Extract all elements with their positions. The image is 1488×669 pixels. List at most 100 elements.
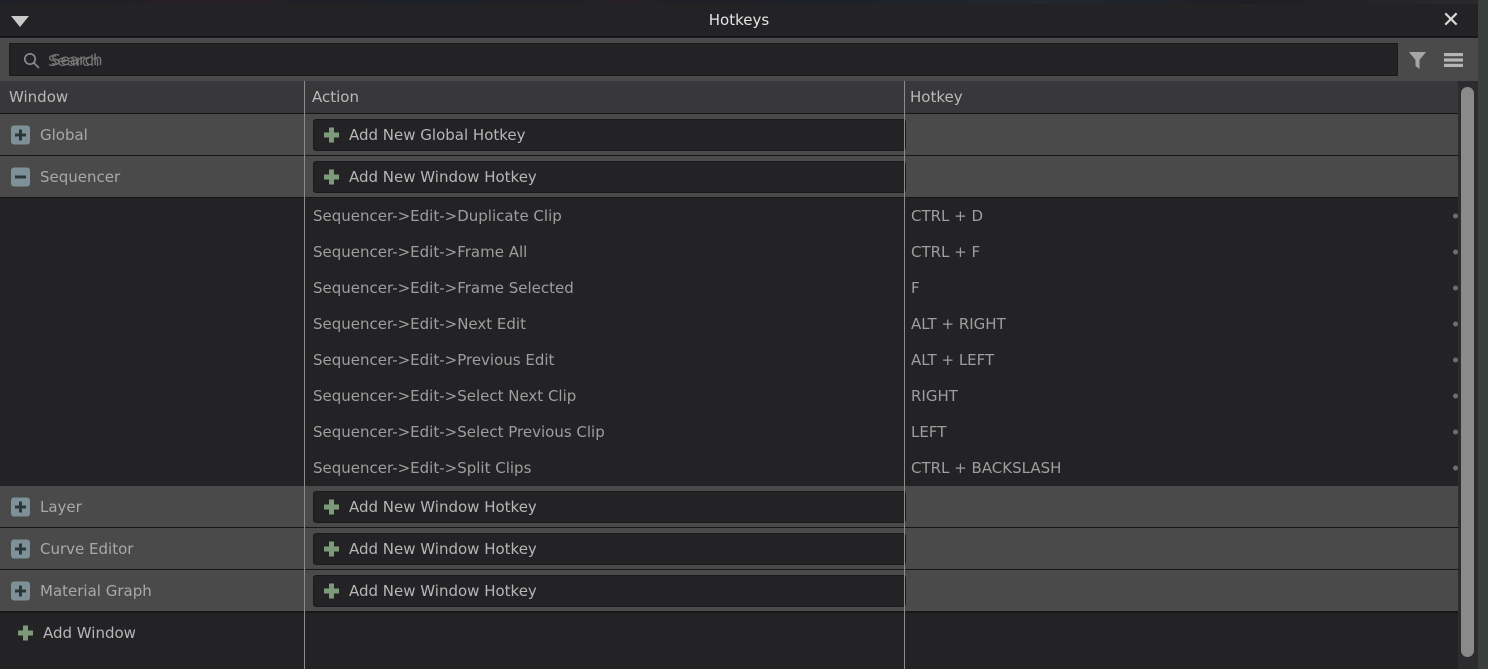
hotkey-cell[interactable]: RIGHT — [905, 378, 1478, 414]
table-row[interactable]: Sequencer->Edit->Select Next Clip RIGHT — [0, 378, 1478, 414]
minus-box-icon[interactable] — [11, 167, 30, 186]
action-cell[interactable]: Sequencer->Edit->Previous Edit — [305, 342, 904, 378]
add-hotkey-label: Add New Global Hotkey — [349, 120, 526, 150]
window-cell — [0, 234, 304, 270]
action-cell: Add New Global Hotkey — [305, 114, 904, 155]
plus-box-icon[interactable] — [11, 497, 30, 516]
action-cell: Add New Window Hotkey — [305, 486, 904, 527]
window-title: Hotkeys — [0, 4, 1478, 37]
window-cell: Sequencer — [0, 156, 304, 197]
window-name: Curve Editor — [40, 540, 133, 558]
column-header-window[interactable]: Window — [9, 81, 68, 114]
search-icon — [23, 52, 40, 69]
hotkey-label: ALT + RIGHT — [911, 315, 1006, 333]
column-divider-1[interactable] — [304, 81, 305, 669]
action-label: Sequencer->Edit->Select Previous Clip — [313, 423, 605, 441]
column-header-hotkey[interactable]: Hotkey — [910, 81, 963, 114]
plus-icon — [18, 625, 33, 640]
table-row[interactable]: Sequencer->Edit->Previous Edit ALT + LEFT — [0, 342, 1478, 378]
action-cell[interactable]: Sequencer->Edit->Duplicate Clip — [305, 198, 904, 234]
action-cell[interactable]: Sequencer->Edit->Frame Selected — [305, 270, 904, 306]
add-hotkey-button[interactable]: Add New Window Hotkey — [313, 161, 906, 193]
plus-box-icon[interactable] — [11, 581, 30, 600]
plus-box-icon[interactable] — [11, 125, 30, 144]
add-hotkey-button[interactable]: Add New Window Hotkey — [313, 491, 906, 523]
title-bar: Hotkeys ✕ — [0, 4, 1478, 37]
hotkey-cell[interactable]: LEFT — [905, 414, 1478, 450]
action-cell: Add New Window Hotkey — [305, 570, 904, 611]
add-window-label: Add Window — [43, 624, 136, 642]
action-cell: Add New Window Hotkey — [305, 156, 904, 197]
hotkey-cell — [905, 114, 1478, 155]
action-cell[interactable]: Sequencer->Edit->Select Previous Clip — [305, 414, 904, 450]
window-name: Material Graph — [40, 582, 152, 600]
hotkey-label: CTRL + BACKSLASH — [911, 459, 1061, 477]
hotkey-cell — [905, 528, 1478, 569]
hotkey-cell[interactable]: F — [905, 270, 1478, 306]
window-cell — [0, 378, 304, 414]
plus-icon — [324, 127, 339, 142]
table-row[interactable]: Sequencer->Edit->Select Previous Clip LEF… — [0, 414, 1478, 450]
add-window-button[interactable]: Add Window — [0, 613, 304, 652]
hotkeys-table: Window Action Hotkey Global Add New Globa… — [0, 81, 1478, 669]
vertical-scrollbar-thumb[interactable] — [1461, 87, 1474, 657]
table-body: Global Add New Global Hotkey Sequencer Add … — [0, 114, 1478, 669]
hotkey-label: RIGHT — [911, 387, 958, 405]
search-input[interactable] — [48, 44, 1388, 77]
action-cell[interactable]: Sequencer->Edit->Frame All — [305, 234, 904, 270]
table-row[interactable]: LayerAdd New Window Hotkey — [0, 486, 1478, 528]
action-cell[interactable]: Sequencer->Edit->Split Clips — [305, 450, 904, 486]
hotkey-label: CTRL + D — [911, 207, 983, 225]
hamburger-menu-icon[interactable] — [1437, 43, 1470, 76]
action-label: Sequencer->Edit->Previous Edit — [313, 351, 554, 369]
action-label: Sequencer->Edit->Split Clips — [313, 459, 531, 477]
window-name: Global — [40, 126, 88, 144]
hotkey-cell — [905, 486, 1478, 527]
column-header-action[interactable]: Action — [312, 81, 359, 114]
filter-icon[interactable] — [1401, 43, 1434, 76]
window-cell — [0, 342, 304, 378]
hotkey-label: LEFT — [911, 423, 946, 441]
vertical-scrollbar-track[interactable] — [1458, 81, 1478, 669]
table-row[interactable]: Sequencer->Edit->Frame Selected F — [0, 270, 1478, 306]
table-row[interactable]: Material Graph Add New Window Hotkey — [0, 570, 1478, 612]
action-cell: Add New Window Hotkey — [305, 528, 904, 569]
action-cell[interactable]: Sequencer->Edit->Next Edit — [305, 306, 904, 342]
action-label: Sequencer->Edit->Select Next Clip — [313, 387, 576, 405]
close-icon[interactable]: ✕ — [1434, 4, 1468, 37]
plus-box-icon[interactable] — [11, 539, 30, 558]
column-divider-2[interactable] — [904, 81, 905, 669]
action-label: Sequencer->Edit->Next Edit — [313, 315, 526, 333]
hotkey-cell[interactable]: ALT + LEFT — [905, 342, 1478, 378]
add-hotkey-label: Add New Window Hotkey — [349, 576, 537, 606]
table-row[interactable]: Sequencer->Edit->Next Edit ALT + RIGHT — [0, 306, 1478, 342]
add-hotkey-button[interactable]: Add New Global Hotkey — [313, 119, 906, 151]
add-hotkey-button[interactable]: Add New Window Hotkey — [313, 533, 906, 565]
search-toolbar: Search — [0, 38, 1478, 81]
add-hotkey-label: Add New Window Hotkey — [349, 534, 537, 564]
window-cell: Global — [0, 114, 304, 155]
hotkey-cell[interactable]: CTRL + D — [905, 198, 1478, 234]
hotkey-label: ALT + LEFT — [911, 351, 994, 369]
table-row[interactable]: Sequencer->Edit->Frame All CTRL + F — [0, 234, 1478, 270]
window-cell — [0, 270, 304, 306]
action-cell[interactable]: Sequencer->Edit->Select Next Clip — [305, 378, 904, 414]
table-row[interactable]: Sequencer->Edit->Duplicate Clip CTRL + D — [0, 198, 1478, 234]
hotkey-cell[interactable]: CTRL + F — [905, 234, 1478, 270]
hotkey-cell — [905, 570, 1478, 611]
plus-icon — [324, 583, 339, 598]
hotkey-cell[interactable]: ALT + RIGHT — [905, 306, 1478, 342]
table-row[interactable]: Sequencer->Edit->Split Clips CTRL + BACKS… — [0, 450, 1478, 486]
table-row[interactable]: Curve Editor Add New Window Hotkey — [0, 528, 1478, 570]
search-box[interactable]: Search — [9, 43, 1398, 76]
action-label: Sequencer->Edit->Frame All — [313, 243, 527, 261]
table-row[interactable]: Sequencer Add New Window Hotkey — [0, 156, 1478, 198]
hotkey-label: CTRL + F — [911, 243, 980, 261]
action-label: Sequencer->Edit->Frame Selected — [313, 279, 574, 297]
plus-icon — [324, 169, 339, 184]
hotkey-cell[interactable]: CTRL + BACKSLASH — [905, 450, 1478, 486]
add-window-row[interactable]: Add Window — [0, 612, 1478, 652]
table-row[interactable]: Global Add New Global Hotkey — [0, 114, 1478, 156]
add-hotkey-button[interactable]: Add New Window Hotkey — [313, 575, 906, 607]
background-right-column — [1478, 0, 1488, 669]
